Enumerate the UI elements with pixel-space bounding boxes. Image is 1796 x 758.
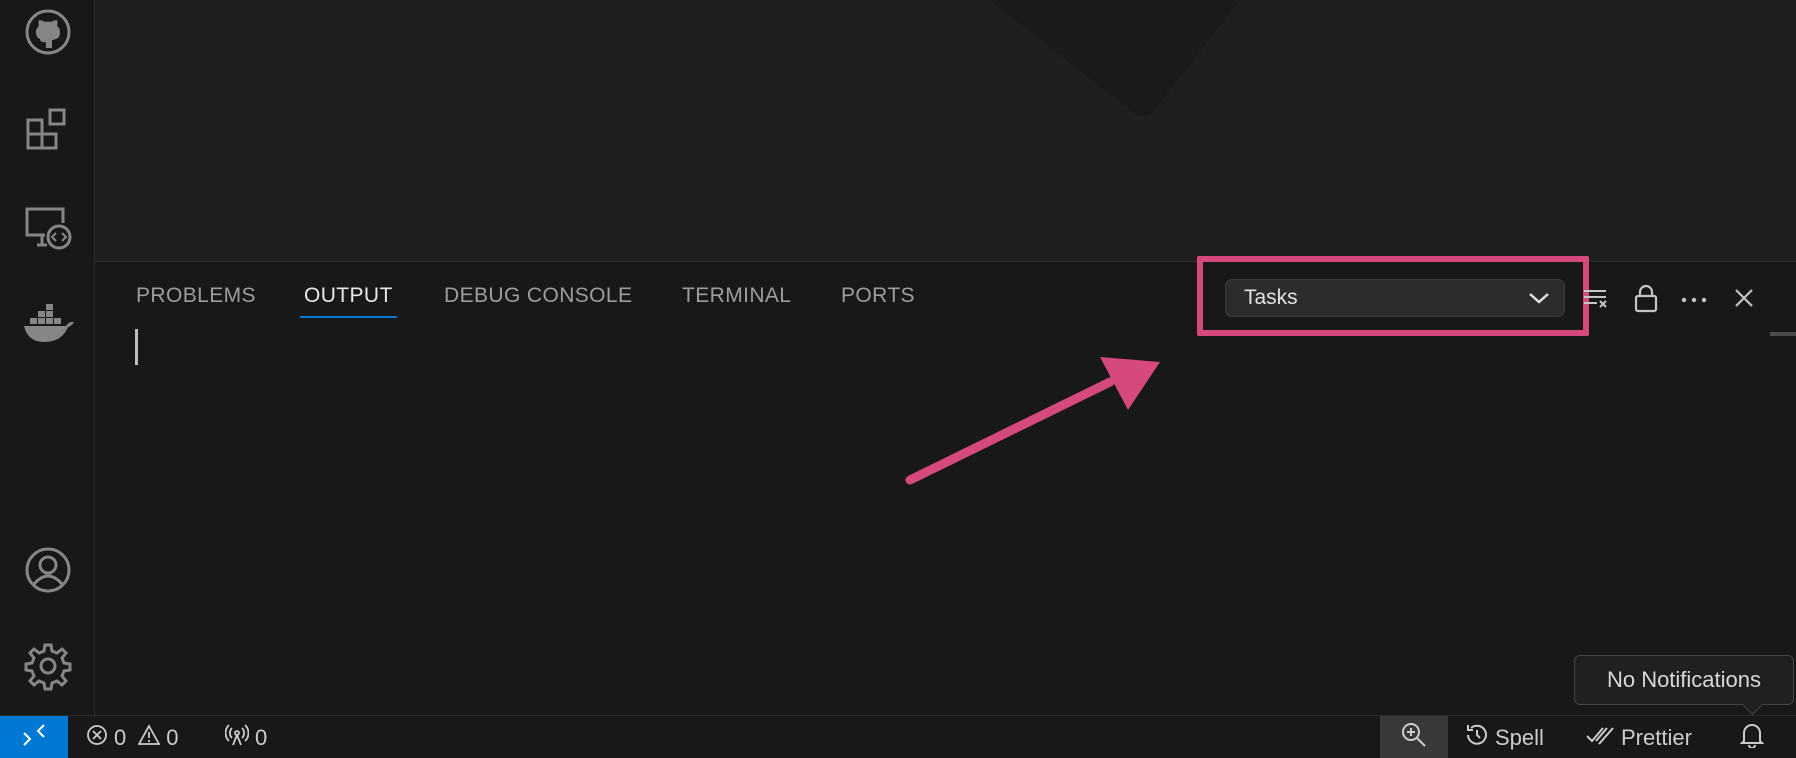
activity-bar: [0, 0, 95, 715]
output-channel-select[interactable]: Tasks: [1225, 279, 1565, 317]
prettier-status[interactable]: Prettier: [1585, 716, 1692, 758]
editor-area: [95, 0, 1796, 262]
prettier-label: Prettier: [1621, 724, 1692, 750]
notifications-button[interactable]: [1739, 716, 1765, 758]
remote-indicator-button[interactable]: [0, 716, 68, 758]
tab-problems[interactable]: PROBLEMS: [136, 284, 256, 318]
tab-debug-console[interactable]: DEBUG CONSOLE: [444, 284, 632, 318]
ports-count: 0: [255, 724, 268, 750]
scrollbar-thumb[interactable]: [1770, 332, 1796, 336]
ellipsis-icon: [1680, 291, 1708, 309]
remote-explorer-icon[interactable]: [20, 200, 76, 256]
history-icon: [1465, 723, 1489, 753]
warning-icon: [137, 723, 161, 752]
clear-all-icon: [1582, 286, 1610, 315]
bell-icon: [1739, 722, 1765, 754]
tab-output[interactable]: OUTPUT: [300, 284, 397, 318]
problems-status[interactable]: 0 0: [86, 716, 179, 758]
zoom-button[interactable]: [1380, 716, 1448, 758]
warning-count: 0: [166, 724, 179, 750]
github-icon[interactable]: [20, 4, 76, 60]
lock-icon: [1633, 283, 1659, 318]
broadcast-icon: [224, 723, 250, 752]
more-actions-button[interactable]: [1676, 282, 1712, 318]
output-channel-value: Tasks: [1244, 286, 1298, 309]
tab-terminal[interactable]: TERMINAL: [682, 284, 791, 318]
account-icon[interactable]: [20, 542, 76, 598]
zoom-in-icon: [1401, 722, 1427, 754]
double-check-icon: [1585, 724, 1615, 752]
status-bar: 0 0 0 Spell Prettier: [0, 715, 1796, 758]
text-cursor: [135, 329, 138, 365]
vscode-window: PROBLEMS OUTPUT DEBUG CONSOLE TERMINAL P…: [0, 0, 1796, 758]
panel-tabs: PROBLEMS OUTPUT DEBUG CONSOLE TERMINAL P…: [95, 262, 1195, 332]
ports-status[interactable]: 0: [224, 716, 268, 758]
spell-status[interactable]: Spell: [1465, 716, 1544, 758]
error-icon: [86, 724, 108, 752]
tab-ports[interactable]: PORTS: [841, 284, 915, 318]
settings-gear-icon[interactable]: [20, 638, 76, 694]
lock-scroll-button[interactable]: [1628, 282, 1664, 318]
close-panel-button[interactable]: [1726, 282, 1762, 318]
vscode-watermark-logo: [963, 0, 1257, 122]
tooltip-text: No Notifications: [1606, 667, 1762, 692]
remote-icon: [21, 723, 47, 753]
extensions-icon[interactable]: [20, 102, 76, 158]
notifications-tooltip: No Notifications: [1574, 655, 1794, 705]
chevron-down-icon: [1528, 288, 1550, 314]
docker-icon[interactable]: [20, 296, 76, 352]
clear-output-button[interactable]: [1578, 282, 1614, 318]
close-icon: [1733, 287, 1755, 314]
spell-label: Spell: [1495, 724, 1544, 750]
bottom-panel: PROBLEMS OUTPUT DEBUG CONSOLE TERMINAL P…: [95, 256, 1796, 715]
error-count: 0: [114, 724, 127, 750]
